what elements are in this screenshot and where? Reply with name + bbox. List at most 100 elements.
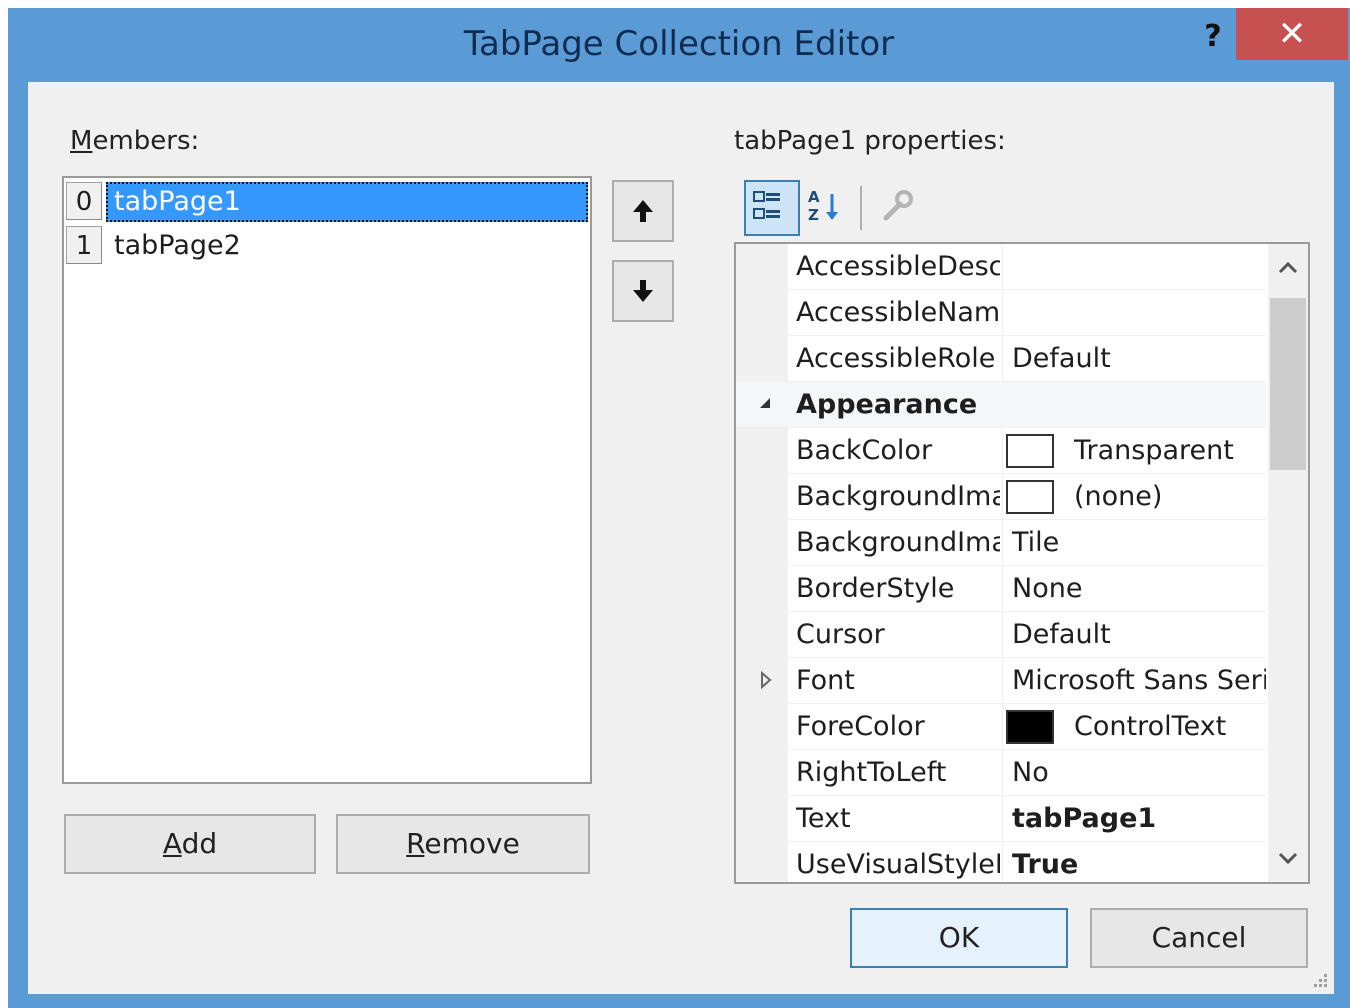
member-index: 0 (66, 182, 102, 220)
property-name: BackgroundIma (796, 481, 1000, 512)
color-swatch (1006, 710, 1054, 744)
column-divider (1002, 750, 1003, 795)
property-row[interactable]: RightToLeft No (736, 750, 1266, 796)
svg-text:Z: Z (808, 206, 819, 224)
properties-label: tabPage1 properties: (734, 126, 1006, 156)
property-value[interactable]: None (1012, 566, 1266, 611)
property-row[interactable]: BorderStyle None (736, 566, 1266, 612)
column-divider (1002, 520, 1003, 565)
property-row[interactable]: BackgroundIma Tile (736, 520, 1266, 566)
color-swatch (1006, 434, 1054, 468)
svg-text:A: A (808, 188, 820, 206)
alphabetical-icon: A Z (808, 188, 838, 224)
ok-button[interactable]: OK (850, 908, 1068, 968)
property-row[interactable]: AccessibleNam (736, 290, 1266, 336)
column-divider (1002, 796, 1003, 841)
member-name[interactable]: tabPage1 (106, 182, 588, 222)
title-bar[interactable]: TabPage Collection Editor ? ✕ (8, 8, 1350, 82)
help-button[interactable]: ? (1188, 14, 1238, 60)
property-value[interactable]: Microsoft Sans Serif, (1012, 658, 1266, 703)
move-up-button[interactable] (612, 180, 674, 242)
property-name: Font (796, 665, 855, 696)
property-name: BorderStyle (796, 573, 955, 604)
column-divider (1002, 658, 1003, 703)
column-divider (1002, 566, 1003, 611)
expand-triangle-icon[interactable] (754, 668, 778, 692)
column-divider (1002, 704, 1003, 749)
property-row[interactable]: Text tabPage1 (736, 796, 1266, 842)
property-value[interactable]: (none) (1074, 474, 1266, 519)
property-row[interactable]: AccessibleRole Default (736, 336, 1266, 382)
column-divider (1002, 290, 1003, 335)
arrow-down-icon (633, 280, 653, 302)
property-value[interactable]: Tile (1012, 520, 1266, 565)
column-divider (1002, 474, 1003, 519)
property-name: Appearance (796, 389, 978, 420)
property-row[interactable]: UseVisualStyleB True (736, 842, 1266, 882)
property-value[interactable]: tabPage1 (1012, 796, 1266, 841)
scroll-up-button[interactable] (1268, 248, 1308, 288)
grid-scrollbar[interactable] (1268, 244, 1308, 882)
member-index: 1 (66, 226, 102, 264)
property-value[interactable]: ControlText (1074, 704, 1266, 749)
dialog-window: TabPage Collection Editor ? ✕ Members: 0… (8, 8, 1350, 1008)
scroll-down-button[interactable] (1268, 838, 1308, 878)
scroll-thumb[interactable] (1270, 298, 1306, 470)
remove-button[interactable]: Remove (336, 814, 590, 874)
column-divider (1002, 842, 1003, 882)
member-name[interactable]: tabPage2 (106, 226, 588, 266)
categorized-button[interactable] (744, 180, 800, 236)
property-value[interactable] (1012, 290, 1266, 335)
property-value[interactable]: True (1012, 842, 1266, 882)
property-row[interactable]: ForeColor ControlText (736, 704, 1266, 750)
list-item[interactable]: 1 tabPage2 (66, 224, 588, 266)
toolbar-separator (860, 186, 862, 230)
wrench-icon (883, 190, 913, 221)
property-name: BackColor (796, 435, 933, 466)
property-pages-button[interactable] (872, 180, 928, 236)
property-row[interactable]: Cursor Default (736, 612, 1266, 658)
color-swatch (1006, 480, 1054, 514)
close-button[interactable]: ✕ (1236, 8, 1348, 60)
dialog-client-area: Members: 0 tabPage1 1 tabPage2 Add Remov… (28, 82, 1334, 994)
property-value[interactable]: No (1012, 750, 1266, 795)
property-row[interactable]: BackColor Transparent (736, 428, 1266, 474)
chevron-down-icon (1278, 852, 1298, 865)
alphabetical-button[interactable]: A Z (800, 180, 856, 236)
arrow-up-icon (633, 200, 653, 222)
property-name: AccessibleRole (796, 343, 996, 374)
property-row[interactable]: Font Microsoft Sans Serif, (736, 658, 1266, 704)
properties-toolbar: A Z (736, 180, 936, 240)
cancel-button[interactable]: Cancel (1090, 908, 1308, 968)
property-name: Text (796, 803, 851, 834)
category-row[interactable]: Appearance (736, 382, 1266, 428)
members-label: Members: (70, 126, 200, 156)
window-title: TabPage Collection Editor (463, 24, 895, 64)
property-name: UseVisualStyleB (796, 849, 1000, 880)
property-name: AccessibleNam (796, 297, 1000, 328)
column-divider (1002, 428, 1003, 473)
property-value[interactable]: Default (1012, 336, 1266, 381)
property-value[interactable]: Transparent (1074, 428, 1266, 473)
collapse-triangle-icon[interactable] (754, 392, 778, 416)
property-value[interactable] (1012, 244, 1266, 289)
property-grid[interactable]: AccessibleDescr AccessibleNam AccessibleRo… (734, 242, 1310, 884)
chevron-up-icon (1278, 261, 1298, 274)
property-name: ForeColor (796, 711, 925, 742)
column-divider (1002, 612, 1003, 657)
column-divider (1002, 244, 1003, 289)
add-button[interactable]: Add (64, 814, 316, 874)
move-down-button[interactable] (612, 260, 674, 322)
resize-grip-icon[interactable] (1310, 970, 1330, 990)
property-name: AccessibleDescr (796, 251, 1000, 282)
column-divider (1002, 336, 1003, 381)
property-row[interactable]: AccessibleDescr (736, 244, 1266, 290)
property-value[interactable]: Default (1012, 612, 1266, 657)
property-name: Cursor (796, 619, 885, 650)
list-item[interactable]: 0 tabPage1 (66, 180, 588, 222)
property-row[interactable]: BackgroundIma (none) (736, 474, 1266, 520)
categorized-icon (753, 191, 780, 219)
property-name: BackgroundIma (796, 527, 1000, 558)
property-name: RightToLeft (796, 757, 947, 788)
members-list[interactable]: 0 tabPage1 1 tabPage2 (62, 176, 592, 784)
